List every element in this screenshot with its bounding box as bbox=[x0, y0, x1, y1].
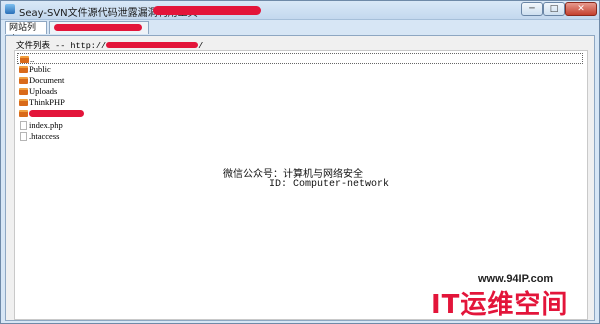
tree-item-label: .htaccess bbox=[29, 131, 60, 141]
tree-item-label: Uploads bbox=[29, 86, 58, 96]
watermark-brand: IT运维空间 bbox=[431, 290, 569, 320]
redacted-folder-name bbox=[29, 110, 84, 117]
tree-item-parent[interactable]: .. bbox=[17, 53, 583, 64]
file-icon bbox=[20, 132, 27, 141]
tab-redacted-site[interactable] bbox=[49, 21, 149, 34]
watermark-url: www.94IP.com bbox=[478, 273, 554, 285]
app-window: Seay-SVN文件源代码泄露漏洞利用工具 ─ □ ✕ 网站列表 文件列表 --… bbox=[0, 0, 600, 324]
app-icon bbox=[5, 4, 15, 14]
tree-item-label: ThinkPHP bbox=[29, 97, 65, 107]
tree-item-label: Public bbox=[29, 64, 51, 74]
minimize-button[interactable]: ─ bbox=[521, 2, 543, 16]
tree-item-redacted[interactable] bbox=[17, 108, 97, 119]
info-id: ID: Computer-network bbox=[269, 179, 390, 190]
redacted-title-suffix bbox=[153, 6, 261, 15]
folder-icon bbox=[19, 66, 28, 73]
maximize-button[interactable]: □ bbox=[543, 2, 565, 16]
redacted-url bbox=[106, 42, 199, 48]
tab-site-list[interactable]: 网站列表 bbox=[5, 21, 47, 45]
folder-icon bbox=[19, 77, 28, 84]
close-button[interactable]: ✕ bbox=[565, 2, 597, 16]
folder-icon bbox=[19, 88, 28, 95]
folder-icon bbox=[19, 99, 28, 106]
file-icon bbox=[20, 121, 27, 130]
tab-strip: 网站列表 bbox=[1, 20, 599, 45]
folder-icon bbox=[19, 110, 28, 117]
tree-item-label: index.php bbox=[29, 120, 63, 130]
title-bar[interactable]: Seay-SVN文件源代码泄露漏洞利用工具 ─ □ ✕ bbox=[1, 1, 599, 20]
tree-item-label: Document bbox=[29, 75, 65, 85]
folder-icon bbox=[20, 56, 29, 63]
redacted-tab-label bbox=[54, 24, 142, 31]
